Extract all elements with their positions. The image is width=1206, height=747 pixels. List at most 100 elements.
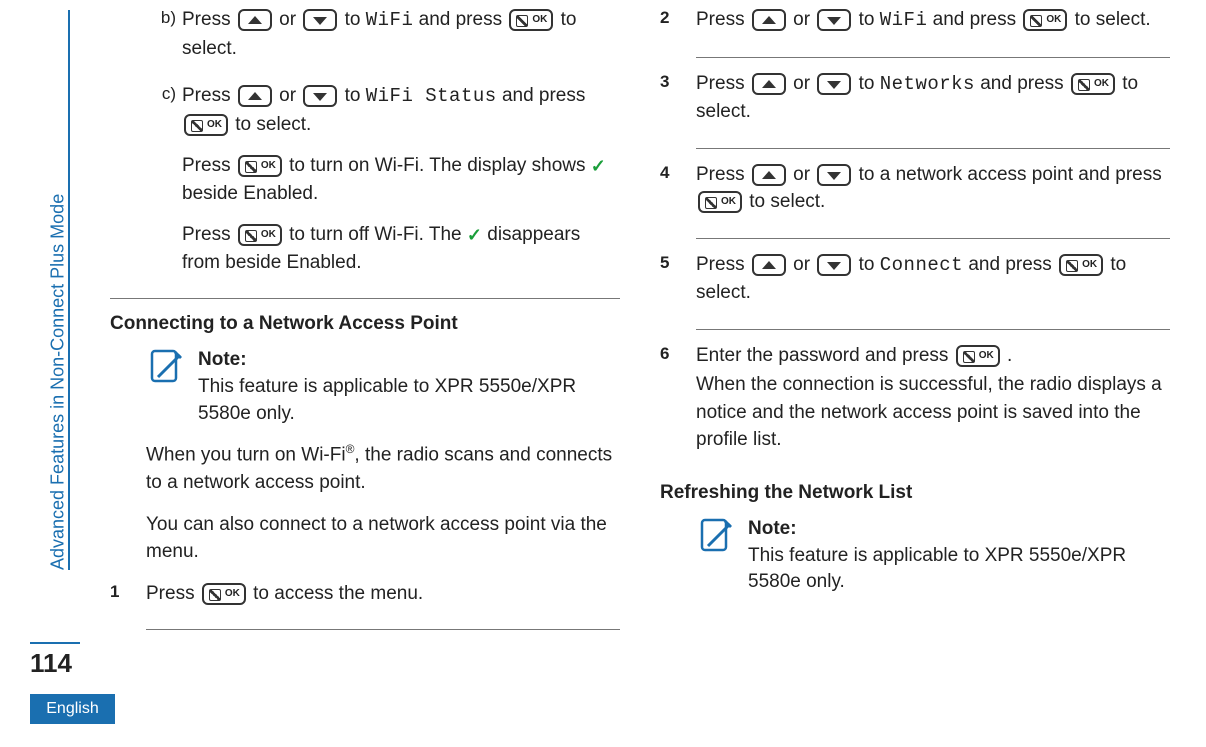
note-title: Note:: [198, 349, 247, 370]
text: or: [793, 164, 815, 185]
substep-b: b) Press or to WiFi and press to select.: [146, 6, 620, 76]
up-button-icon: [238, 85, 272, 107]
text: to turn on Wi-Fi. The display shows: [289, 155, 591, 176]
down-button-icon: [817, 9, 851, 31]
step-6: 6 Enter the password and press . When th…: [660, 342, 1170, 468]
text: to: [345, 85, 366, 106]
step-body: Press or to Connect and press to select.: [696, 251, 1170, 321]
step-label: 2: [660, 6, 696, 49]
content-columns: b) Press or to WiFi and press to select.: [110, 0, 1190, 642]
text: to select.: [1075, 9, 1151, 30]
up-button-icon: [238, 9, 272, 31]
text: Enter the password and press: [696, 345, 954, 366]
separator: [696, 57, 1170, 58]
text: beside Enabled.: [182, 183, 318, 204]
ok-button-icon: [1071, 73, 1115, 95]
down-button-icon: [817, 73, 851, 95]
note-block: Note: This feature is applicable to XPR …: [146, 347, 620, 427]
substep-body: Press or to WiFi and press to select.: [182, 6, 620, 76]
note-icon: [146, 347, 186, 387]
text: and press: [419, 9, 508, 30]
step-body: Press or to a network access point and p…: [696, 161, 1170, 230]
checkmark-icon: ✓: [467, 226, 482, 244]
step-label: 6: [660, 342, 696, 468]
substep-label: c): [146, 82, 182, 290]
step-5: 5 Press or to Connect and press to selec…: [660, 251, 1170, 321]
step-3: 3 Press or to Networks and press to sele…: [660, 70, 1170, 140]
step-label: 1: [110, 580, 146, 622]
substep-body: Press or to WiFi Status and press to sel…: [182, 82, 620, 290]
step-body: Press or to WiFi and press to select.: [696, 6, 1170, 49]
text: to: [345, 9, 366, 30]
ok-button-icon: [202, 583, 246, 605]
step-label: 3: [660, 70, 696, 140]
separator: [696, 148, 1170, 149]
ok-button-icon: [184, 114, 228, 136]
menu-item-connect: Connect: [880, 254, 963, 276]
down-button-icon: [817, 254, 851, 276]
note-text: Note: This feature is applicable to XPR …: [748, 516, 1170, 596]
menu-item-wifi: WiFi: [366, 9, 414, 31]
text: .: [1007, 345, 1012, 366]
text: and press: [980, 73, 1069, 94]
note-text: Note: This feature is applicable to XPR …: [198, 347, 620, 427]
paragraph: You can also connect to a network access…: [146, 511, 620, 566]
ok-button-icon: [1059, 254, 1103, 276]
checkmark-icon: ✓: [591, 157, 606, 175]
language-tab: English: [30, 694, 115, 724]
left-column: b) Press or to WiFi and press to select.: [110, 6, 620, 642]
step-1: 1 Press to access the menu.: [110, 580, 620, 622]
step-body: Press or to Networks and press to select…: [696, 70, 1170, 140]
text: or: [793, 254, 815, 275]
text: to: [859, 9, 880, 30]
separator: [146, 629, 620, 630]
text: to a network access point and press: [859, 164, 1162, 185]
down-button-icon: [817, 164, 851, 186]
note-body: This feature is applicable to XPR 5550e/…: [748, 545, 1126, 593]
up-button-icon: [752, 254, 786, 276]
right-column: 2 Press or to WiFi and press to select.: [660, 6, 1170, 642]
step-2: 2 Press or to WiFi and press to select.: [660, 6, 1170, 49]
note-title: Note:: [748, 518, 797, 539]
text: or: [279, 85, 301, 106]
text: Press: [182, 9, 236, 30]
text: and press: [968, 254, 1057, 275]
note-block: Note: This feature is applicable to XPR …: [696, 516, 1170, 596]
text: or: [793, 9, 815, 30]
step-body: Press to access the menu.: [146, 580, 620, 622]
step-body: Enter the password and press . When the …: [696, 342, 1170, 468]
text: to select.: [235, 114, 311, 135]
menu-item-networks: Networks: [880, 73, 975, 95]
ok-button-icon: [698, 191, 742, 213]
ok-button-icon: [1023, 9, 1067, 31]
text: Press: [696, 164, 750, 185]
note-icon: [696, 516, 736, 556]
substep-c: c) Press or to WiFi Status and press to …: [146, 82, 620, 290]
text: Press: [696, 254, 750, 275]
text: to select.: [749, 191, 825, 212]
text: Press: [696, 9, 750, 30]
ok-button-icon: [956, 345, 1000, 367]
ok-button-icon: [509, 9, 553, 31]
text: Press: [182, 224, 236, 245]
separator: [696, 238, 1170, 239]
down-button-icon: [303, 85, 337, 107]
paragraph: When you turn on Wi-Fi®, the radio scans…: [146, 441, 620, 496]
ok-button-icon: [238, 155, 282, 177]
page-number: 114: [30, 648, 72, 679]
text: Press: [182, 155, 236, 176]
heading-connecting: Connecting to a Network Access Point: [110, 313, 620, 335]
text: or: [793, 73, 815, 94]
text: When you turn on Wi-Fi: [146, 444, 346, 465]
step-label: 5: [660, 251, 696, 321]
text: Press: [146, 583, 200, 604]
text: to turn off Wi-Fi. The: [289, 224, 467, 245]
separator: [696, 329, 1170, 330]
text: or: [279, 9, 301, 30]
step-4: 4 Press or to a network access point and…: [660, 161, 1170, 230]
note-body: This feature is applicable to XPR 5550e/…: [198, 376, 576, 424]
text: to: [859, 254, 880, 275]
text: and press: [933, 9, 1022, 30]
up-button-icon: [752, 164, 786, 186]
separator: [110, 298, 620, 299]
